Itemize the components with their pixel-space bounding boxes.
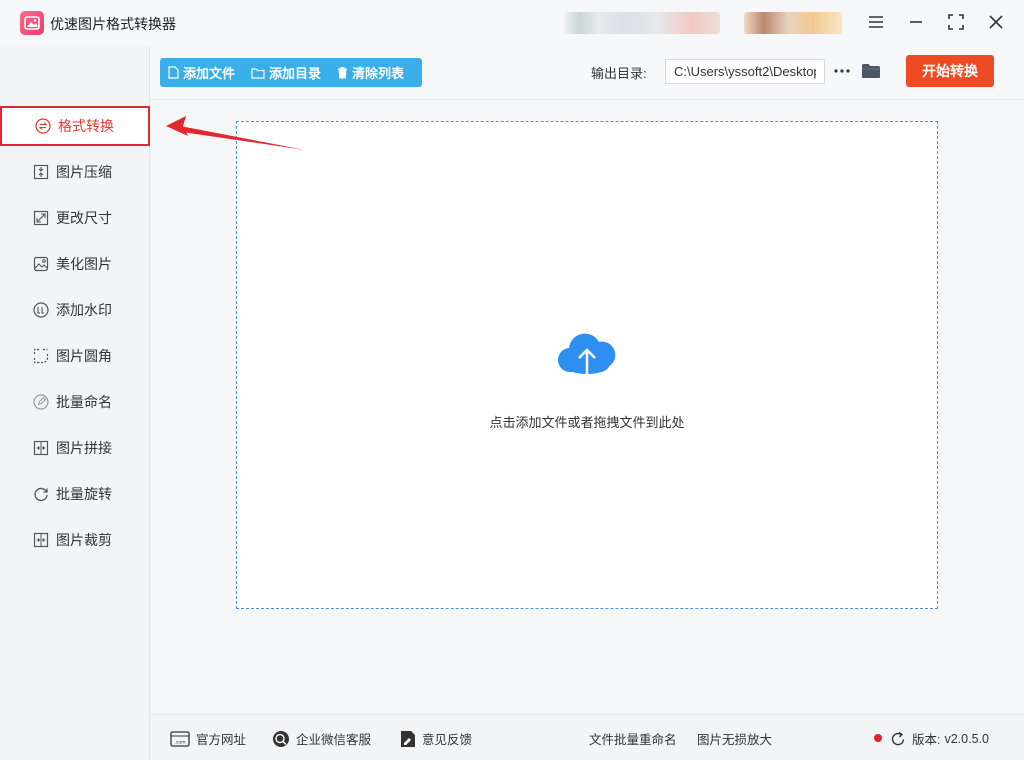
feedback-link[interactable]: 意见反馈 [400,729,472,748]
sidebar-item-label: 图片拼接 [56,440,112,456]
wechat-support-link[interactable]: 企业微信客服 [272,729,371,748]
batch-rename-label: 文件批量重命名 [589,733,677,747]
sidebar-item-stitch[interactable]: 图片拼接 [0,428,150,468]
clear-list-button[interactable]: 清除列表 [329,58,412,87]
trash-icon [337,66,348,79]
version-number: v2.0.5.0 [944,731,989,746]
watermark-icon [32,301,50,319]
lossless-label: 图片无损放大 [697,733,773,747]
svg-text:.com: .com [174,740,185,745]
sidebar-item-round-corner[interactable]: 图片圆角 [0,336,150,376]
minimize-icon[interactable] [902,9,930,35]
sidebar-item-compress[interactable]: 图片压缩 [0,152,150,192]
sidebar-item-label: 批量命名 [56,394,112,410]
wechat-icon [272,730,290,748]
sidebar-item-beautify[interactable]: 美化图片 [0,244,150,284]
open-folder-icon[interactable] [859,59,883,83]
sidebar-item-label: 更改尺寸 [56,210,112,226]
resize-icon [32,209,50,227]
version-label: 版本: [912,733,941,747]
update-dot [874,734,882,742]
sidebar-item-label: 添加水印 [56,302,112,318]
rename-icon [32,393,50,411]
annotation-arrow [150,110,310,163]
batch-rename-link[interactable]: 文件批量重命名 [589,729,677,748]
beautify-icon [32,255,50,273]
app-title: 优速图片格式转换器 [50,16,176,32]
cloud-upload-icon [557,328,617,385]
sidebar-item-label: 图片裁剪 [56,532,112,548]
file-dropzone[interactable]: 点击添加文件或者拖拽文件到此处 [236,121,938,609]
title-bar: 优速图片格式转换器 [0,0,1024,46]
stitch-icon [32,439,50,457]
user-info-blurred [564,12,720,34]
app-logo-icon [20,11,44,35]
sidebar-item-rotate[interactable]: 批量旋转 [0,474,150,514]
user-avatar-blurred [744,12,842,34]
add-dir-button[interactable]: 添加目录 [243,58,329,87]
website-link[interactable]: .com 官方网址 [170,729,246,748]
output-dir-field[interactable] [665,59,825,84]
feedback-icon [400,730,416,748]
file-icon [168,66,179,79]
sidebar-item-watermark[interactable]: 添加水印 [0,290,150,330]
compress-icon [32,163,50,181]
sidebar-item-label: 格式转换 [58,118,114,134]
toolbar: 添加文件 添加目录 清除列表 输出目录: 开始转换 [150,46,1024,100]
sidebar-item-label: 批量旋转 [56,486,112,502]
sidebar: 格式转换 图片压缩 更改尺寸 美化图片 添加水印 图片圆角 批量命名 图片拼接 … [0,46,150,760]
fullscreen-icon[interactable] [942,9,970,35]
sidebar-item-format-convert[interactable]: 格式转换 [0,106,150,146]
website-label: 官方网址 [196,733,247,747]
sidebar-item-batch-rename[interactable]: 批量命名 [0,382,150,422]
main-area: 点击添加文件或者拖拽文件到此处 [150,100,1024,714]
start-convert-button[interactable]: 开始转换 [906,55,994,87]
close-icon[interactable] [982,9,1010,35]
clear-list-label: 清除列表 [352,66,405,81]
sidebar-item-resize[interactable]: 更改尺寸 [0,198,150,238]
website-icon: .com [170,730,190,747]
feedback-label: 意见反馈 [422,733,473,747]
wechat-label: 企业微信客服 [296,733,372,747]
add-file-label: 添加文件 [183,66,236,81]
sidebar-item-label: 图片圆角 [56,348,112,364]
round-corner-icon [32,347,50,365]
sidebar-item-crop[interactable]: 图片裁剪 [0,520,150,560]
rotate-icon [32,485,50,503]
output-dir-label: 输出目录: [591,66,647,81]
folder-outline-icon [251,67,265,79]
sidebar-item-label: 美化图片 [56,256,112,272]
version-info[interactable]: 版本: v2.0.5.0 [890,729,989,748]
more-options-icon[interactable] [831,60,853,82]
sidebar-item-label: 图片压缩 [56,164,112,180]
crop-icon [32,531,50,549]
refresh-icon [890,731,906,747]
add-dir-label: 添加目录 [269,66,322,81]
lossless-enlarge-link[interactable]: 图片无损放大 [697,729,772,748]
footer-bar: .com 官方网址 企业微信客服 意见反馈 文件批量重命名 图片无损放大 版本:… [150,714,1024,760]
add-file-button[interactable]: 添加文件 [160,58,243,87]
menu-icon[interactable] [862,9,890,35]
convert-icon [34,117,52,135]
file-button-group: 添加文件 添加目录 清除列表 [160,58,422,87]
drop-hint-text: 点击添加文件或者拖拽文件到此处 [489,415,685,430]
